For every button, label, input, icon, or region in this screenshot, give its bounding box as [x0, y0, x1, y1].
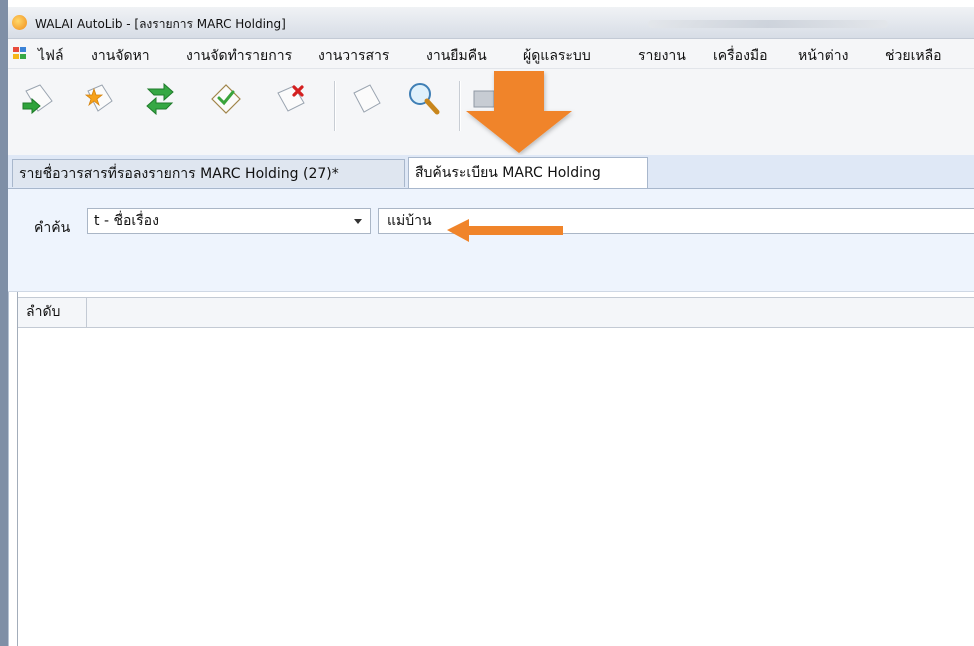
- menu-file[interactable]: ไฟล์: [38, 45, 64, 67]
- title-bar-blurred-region: [648, 20, 888, 28]
- check-doc-icon[interactable]: [208, 81, 244, 115]
- menu-cataloging[interactable]: งานจัดทำรายการ: [186, 45, 292, 67]
- search-query-value: แม่บ้าน: [387, 213, 432, 229]
- results-grid[interactable]: ลำดับ: [17, 292, 974, 646]
- menu-tools[interactable]: เครื่องมือ: [713, 45, 768, 67]
- menu-reports[interactable]: รายงาน: [638, 45, 686, 67]
- annotation-down-arrow: [466, 71, 572, 153]
- menu-acquisition[interactable]: งานจัดหา: [91, 45, 150, 67]
- tab-search-marc-holding[interactable]: สืบค้นระเบียน MARC Holding: [408, 157, 648, 188]
- search-field-selected: t - ชื่อเรื่อง: [94, 213, 159, 229]
- green-swap-icon[interactable]: [142, 81, 178, 115]
- menu-help[interactable]: ช่วยเหลือ: [885, 45, 942, 67]
- column-header-order[interactable]: ลำดับ: [18, 298, 87, 327]
- app-logo-icon: [12, 15, 27, 30]
- magnifier-icon[interactable]: [406, 81, 442, 115]
- menu-circulation[interactable]: งานยืมคืน: [426, 45, 487, 67]
- menu-serials[interactable]: งานวารสาร: [318, 45, 389, 67]
- window-left-border: [0, 0, 8, 646]
- blank-doc-icon[interactable]: [348, 81, 384, 115]
- toolbar-separator: [334, 81, 336, 131]
- menu-bar: ไฟล์ งานจัดหา งานจัดทำรายการ งานวารสาร ง…: [8, 39, 974, 69]
- search-field-dropdown[interactable]: t - ชื่อเรื่อง: [87, 208, 371, 234]
- chevron-down-icon[interactable]: [354, 219, 362, 224]
- delete-doc-icon[interactable]: [274, 81, 310, 115]
- green-arrow-doc-icon[interactable]: [20, 81, 56, 115]
- grid-header: ลำดับ: [18, 297, 974, 328]
- search-label: คำค้น: [34, 220, 71, 236]
- document-tab-strip: รายชื่อวารสารที่รอลงรายการ MARC Holding …: [8, 155, 974, 189]
- annotation-left-arrow: [447, 219, 563, 242]
- star-doc-icon[interactable]: [80, 81, 116, 115]
- menu-window[interactable]: หน้าต่าง: [798, 45, 848, 67]
- tab-pending-serials[interactable]: รายชื่อวารสารที่รอลงรายการ MARC Holding …: [12, 159, 405, 187]
- window-title: WALAI AutoLib - [ลงรายการ MARC Holding]: [35, 17, 286, 31]
- menu-admin[interactable]: ผู้ดูแลระบบ: [523, 45, 591, 67]
- mdi-window-icon[interactable]: [13, 47, 27, 60]
- app-window: WALAI AutoLib - [ลงรายการ MARC Holding] …: [0, 0, 974, 646]
- title-bar: WALAI AutoLib - [ลงรายการ MARC Holding]: [8, 7, 974, 39]
